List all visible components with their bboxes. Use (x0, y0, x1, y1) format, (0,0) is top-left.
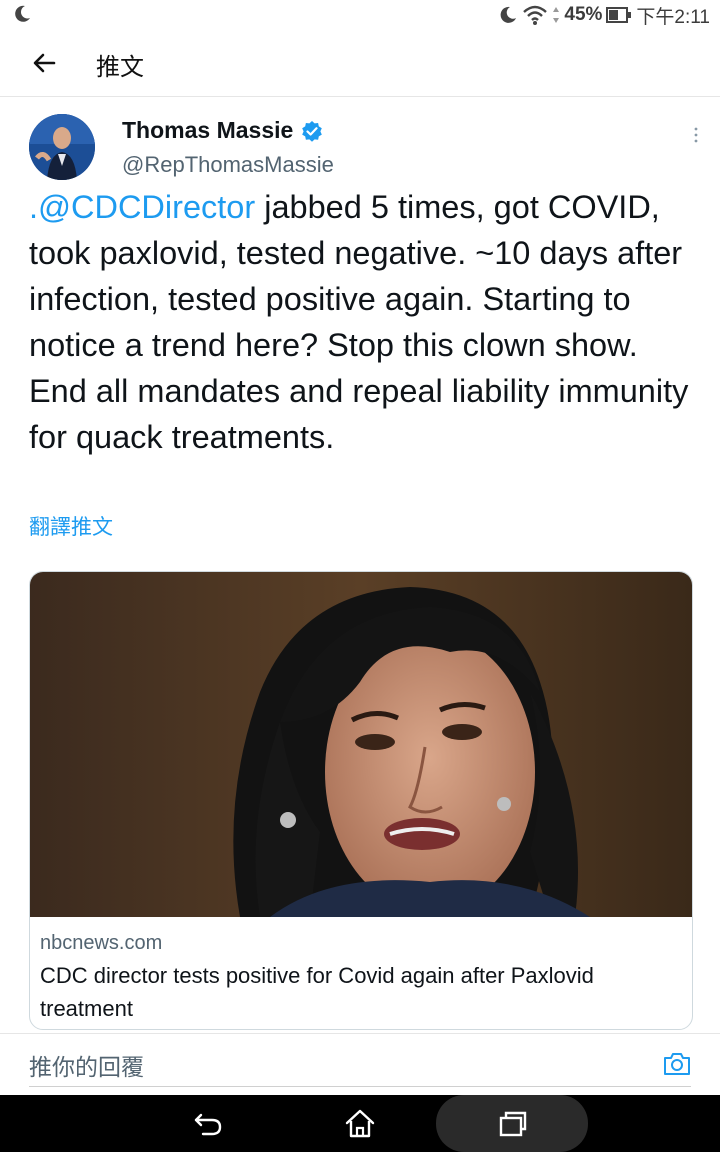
do-not-disturb-icon (501, 6, 517, 23)
wifi-icon (523, 5, 548, 25)
link-card[interactable]: nbcnews.com CDC director tests positive … (29, 571, 693, 1030)
tweet-text: jabbed 5 times, got COVID, took paxlovid… (29, 189, 689, 455)
status-indicators: 45% 下午2:11 (498, 3, 710, 28)
camera-icon[interactable] (662, 1049, 692, 1079)
card-domain: nbcnews.com (40, 932, 163, 954)
nav-back-icon[interactable] (191, 1107, 225, 1141)
article-image (30, 572, 692, 917)
reply-input[interactable]: 推你的回覆 (29, 1048, 144, 1082)
mention-link[interactable]: .@CDCDirector (29, 189, 255, 225)
author-name[interactable]: Thomas Massie (122, 117, 293, 144)
moon-icon (15, 5, 30, 22)
page-title: 推文 (96, 54, 144, 81)
data-transfer-icon (553, 7, 560, 23)
system-nav-bar (0, 1095, 720, 1152)
card-title: CDC director tests positive for Covid ag… (40, 963, 594, 1021)
reply-underline (29, 1086, 691, 1087)
back-arrow-icon[interactable] (28, 46, 62, 80)
nav-recents-icon[interactable] (496, 1107, 530, 1141)
author-name-row: Thomas Massie (122, 117, 323, 144)
avatar[interactable] (29, 114, 95, 180)
translate-tweet-link[interactable]: 翻譯推文 (29, 511, 113, 541)
clock: 下午2:11 (636, 6, 710, 28)
status-bar: 45% 下午2:11 (0, 0, 720, 32)
battery-icon (606, 7, 632, 23)
verified-badge-icon (302, 120, 323, 142)
tweet-body: .@CDCDirector jabbed 5 times, got COVID,… (29, 184, 699, 460)
nav-home-icon[interactable] (343, 1107, 377, 1141)
reply-bar: 推你的回覆 (0, 1033, 720, 1094)
battery-percent: 45% (564, 4, 603, 25)
author-handle[interactable]: @RepThomasMassie (122, 152, 334, 178)
top-app-bar: 推文 (0, 32, 720, 97)
more-vertical-icon[interactable] (688, 124, 704, 146)
